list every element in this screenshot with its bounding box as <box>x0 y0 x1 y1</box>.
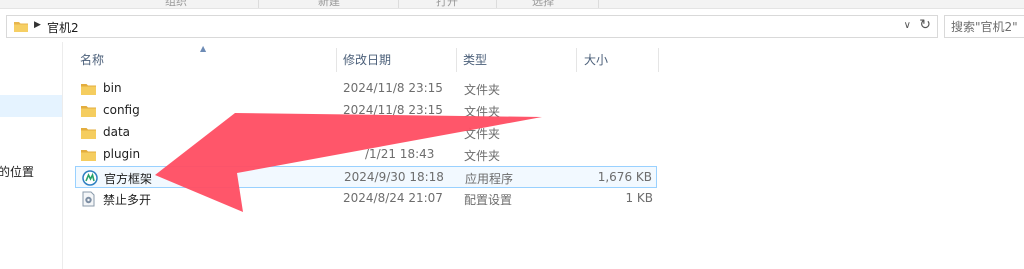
file-name: bin <box>103 81 122 95</box>
file-type: 配置设置 <box>464 193 513 207</box>
column-divider[interactable] <box>658 48 659 72</box>
ribbon-divider <box>258 0 259 8</box>
file-type: 文件夹 <box>464 149 501 163</box>
chevron-right-icon[interactable]: ▶ <box>34 20 41 30</box>
file-date: 2024/9/30 18:18 <box>344 170 444 184</box>
file-row-official-framework[interactable]: 官方框架 2024/9/30 18:18 应用程序 1,676 KB <box>75 166 657 188</box>
breadcrumb-current[interactable]: 官机2 <box>47 19 79 36</box>
search-input[interactable] <box>945 16 1024 37</box>
ribbon-divider <box>496 0 497 8</box>
file-name: 禁止多开 <box>103 193 152 207</box>
nav-item-recent-locations[interactable]: 的位置 <box>0 163 34 180</box>
navigation-pane: 的位置 <box>0 42 62 269</box>
ribbon-strip: 组织 新建 打开 选择 <box>0 0 1024 9</box>
file-size: 1 KB <box>625 191 653 205</box>
file-type: 文件夹 <box>464 127 501 141</box>
column-header-size[interactable]: 大小 <box>584 51 608 68</box>
search-box[interactable] <box>944 15 1024 38</box>
file-type: 文件夹 <box>464 105 501 119</box>
ribbon-divider <box>598 0 599 8</box>
column-divider[interactable] <box>576 48 577 72</box>
ribbon-divider <box>398 0 399 8</box>
settings-file-icon <box>81 191 97 207</box>
folder-icon <box>14 22 28 32</box>
column-header-date[interactable]: 修改日期 <box>343 51 391 68</box>
file-row-config[interactable]: config 2024/11/8 23:15 文件夹 <box>75 100 657 122</box>
file-row-data[interactable]: data 文件夹 <box>75 122 657 144</box>
ribbon-label-open: 打开 <box>436 0 458 8</box>
file-row-disable-multi-open[interactable]: 禁止多开 2024/8/24 21:07 配置设置 1 KB <box>75 188 657 210</box>
file-type: 应用程序 <box>465 172 514 186</box>
file-name: config <box>103 103 140 117</box>
file-date: 2024/11/8 23:15 <box>343 103 443 117</box>
ribbon-label-new: 新建 <box>318 0 340 8</box>
ribbon-label-select: 选择 <box>532 0 554 8</box>
column-headers: ▲ 名称 修改日期 类型 大小 <box>63 44 1024 74</box>
nav-item-selected[interactable] <box>0 95 62 117</box>
column-divider[interactable] <box>456 48 457 72</box>
folder-icon <box>81 125 97 141</box>
address-bar[interactable]: ▶ 官机2 ∨ ↻ <box>6 15 938 38</box>
app-icon <box>82 170 98 186</box>
file-name: 官方框架 <box>104 172 153 186</box>
folder-icon <box>81 103 97 119</box>
pane-divider[interactable] <box>62 42 63 269</box>
column-header-name[interactable]: 名称 <box>80 51 104 68</box>
file-name: data <box>103 125 131 139</box>
file-size: 1,676 KB <box>597 170 652 184</box>
chevron-down-icon[interactable]: ∨ <box>904 20 911 31</box>
file-date: /1/21 18:43 <box>365 147 435 161</box>
column-header-type[interactable]: 类型 <box>463 51 487 68</box>
refresh-icon[interactable]: ↻ <box>919 17 931 33</box>
column-divider[interactable] <box>336 48 337 72</box>
ribbon-label-organize: 组织 <box>165 0 187 8</box>
file-row-plugin[interactable]: plugin /1/21 18:43 文件夹 <box>75 144 657 166</box>
file-type: 文件夹 <box>464 83 501 97</box>
folder-icon <box>81 81 97 97</box>
folder-icon <box>81 147 97 163</box>
file-date: 2024/11/8 23:15 <box>343 81 443 95</box>
file-date: 2024/8/24 21:07 <box>343 191 443 205</box>
file-name: plugin <box>103 147 141 161</box>
file-row-bin[interactable]: bin 2024/11/8 23:15 文件夹 <box>75 78 657 100</box>
sort-ascending-icon: ▲ <box>200 44 207 53</box>
